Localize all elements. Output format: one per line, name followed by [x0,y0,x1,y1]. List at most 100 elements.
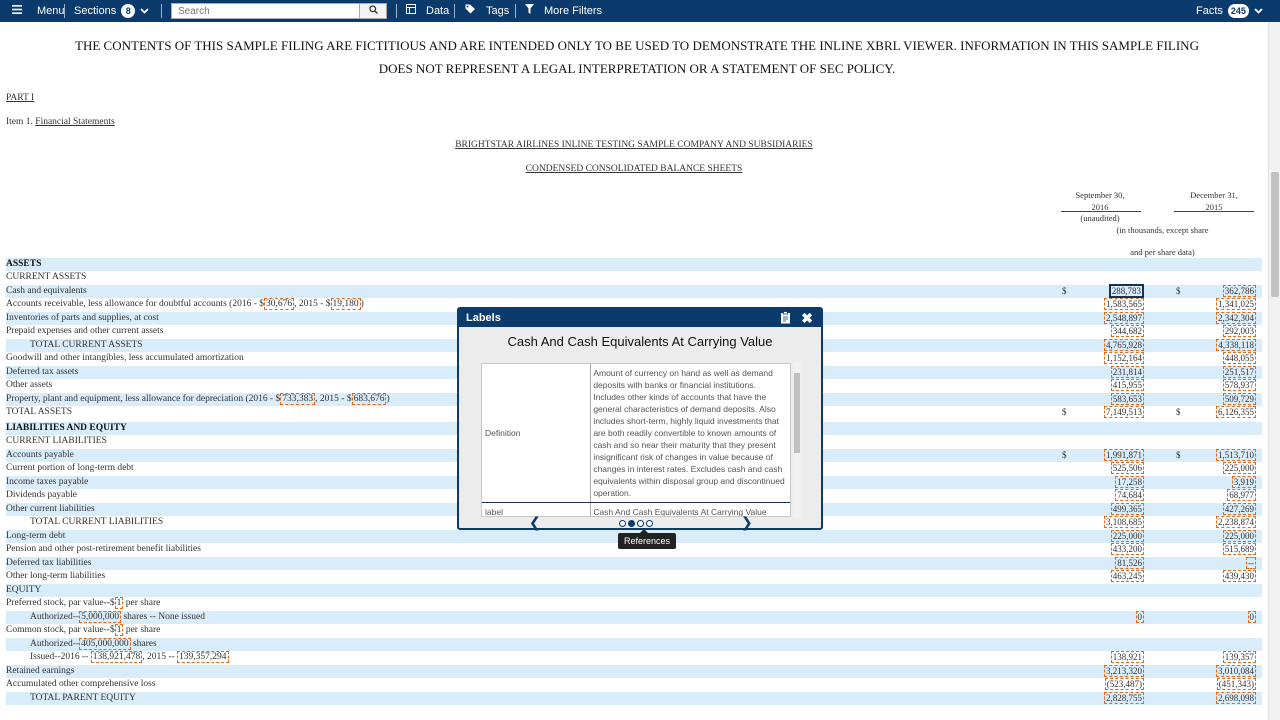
row-label: Accounts receivable, less allowance for … [6,298,364,311]
fact-value[interactable]: 344,682 [1110,325,1144,337]
close-icon[interactable]: ✖ [801,309,813,327]
fact-value[interactable]: 3,919 [1231,476,1256,488]
fact-value[interactable]: 427,269 [1222,503,1256,515]
popup-scrollbar[interactable] [793,363,801,517]
fact-value[interactable]: 439,430 [1222,570,1256,582]
fact-value[interactable]: 2,238,874 [1216,516,1256,528]
fact-value[interactable]: 2,698,098 [1216,692,1256,704]
fact-value[interactable]: 509,729 [1222,393,1256,405]
financial-statements-link[interactable]: Financial Statements [35,117,114,127]
chevron-left-icon[interactable]: ❮ [529,515,541,531]
inline-fact[interactable]: 733,383 [280,393,316,405]
fact-value[interactable]: 515,689 [1222,543,1256,555]
page-scrollbar[interactable] [1268,22,1280,720]
sections-button[interactable]: Sections 8 [74,0,149,22]
facts-label: Facts [1196,5,1223,17]
fact-value[interactable]: 139,357 [1222,651,1256,663]
table-row: Deferred tax liabilities 81,526 -- [6,557,1262,570]
fact-value[interactable]: 4,765,928 [1104,339,1144,351]
row-label: Retained earnings [6,665,74,678]
fact-value[interactable]: 433,200 [1110,543,1144,555]
menu-button[interactable]: Menu [12,0,65,22]
more-filters-button[interactable]: More Filters [525,0,602,22]
scrollbar-thumb[interactable] [1271,172,1279,297]
facts-button[interactable]: Facts 245 [1196,0,1263,22]
inline-fact[interactable]: 19,180 [330,298,361,310]
fact-value[interactable]: 4,338,118 [1216,339,1256,351]
fact-value[interactable]: 17,258 [1115,476,1144,488]
fact-value[interactable]: 225,000 [1222,462,1256,474]
fact-value[interactable]: 251,517 [1222,366,1256,378]
data-button[interactable]: Data [406,0,449,22]
fact-value[interactable]: 2,548,897 [1104,312,1144,324]
search-input[interactable] [171,3,359,19]
fact-value[interactable]: 6,126,355 [1216,406,1256,418]
row-label: Pension and other post-retirement benefi… [6,543,201,556]
value-2015: 6,126,355 [1216,406,1256,419]
fact-value[interactable]: 0 [1247,611,1256,623]
inline-fact[interactable]: 405,000,000 [79,638,131,650]
value-2016: 4,765,928 [1104,339,1144,352]
clipboard-icon[interactable] [780,311,791,330]
label-text: Goodwill and other intangibles, less acc… [6,353,244,363]
fact-value[interactable]: (451,343) [1216,678,1256,690]
fact-value[interactable]: 1,152,164 [1104,352,1144,364]
inline-fact[interactable]: 30,676 [264,298,295,310]
part-link[interactable]: PART I [6,93,34,103]
fact-value[interactable]: 288,783 [1108,284,1144,298]
row-label: TOTAL PARENT EQUITY [6,692,136,705]
value-2016: 288,783 [1108,284,1144,298]
fact-value[interactable]: 0 [1135,611,1144,623]
fact-value[interactable]: 3,108,685 [1104,516,1144,528]
fact-value[interactable]: 74,684 [1115,489,1144,501]
chevron-right-icon[interactable]: ❯ [741,515,753,531]
fact-value[interactable]: 2,342,304 [1216,312,1256,324]
fact-value[interactable]: 7,149,513 [1104,406,1144,418]
popup-header-title: Labels [466,312,501,324]
fact-value[interactable]: 138,921 [1110,651,1144,663]
inline-fact[interactable]: 139,357,294 [177,651,229,663]
fact-value[interactable]: 292,003 [1222,325,1256,337]
fact-value[interactable]: 1,583,565 [1104,298,1144,310]
fact-value[interactable]: 1,341,025 [1216,298,1256,310]
fact-value[interactable]: 231,814 [1110,366,1144,378]
fact-value[interactable]: 463,245 [1110,570,1144,582]
search-button[interactable] [359,3,387,19]
inline-fact[interactable]: 5,000,000 [79,611,122,623]
fact-value[interactable]: 583,653 [1110,393,1144,405]
value-2015: 251,517 [1222,366,1256,379]
fact-value[interactable]: 1,991,871 [1104,449,1144,461]
value-2015: 427,269 [1222,503,1256,516]
row-label: Inventories of parts and supplies, at co… [6,312,159,325]
inline-fact[interactable]: 138,921,478 [90,651,143,663]
fact-value[interactable]: -- [1246,557,1256,569]
fact-value[interactable]: 2,828,755 [1104,692,1144,704]
tags-button[interactable]: Tags [465,0,509,22]
popup-scrollbar-thumb[interactable] [794,373,800,453]
units-note-line-1: (in thousands, except share [1116,225,1209,235]
column-underline [1174,211,1254,212]
fact-value[interactable]: 225,000 [1222,530,1256,542]
value-2016: 525,506 [1110,462,1144,475]
fact-value[interactable]: 415,955 [1110,379,1144,391]
fact-value[interactable]: (523,487) [1104,678,1144,690]
fact-value[interactable]: 578,937 [1222,379,1256,391]
carousel-dot-active[interactable] [628,520,635,527]
inline-fact[interactable]: 683,676 [351,393,387,405]
carousel-dot[interactable] [637,520,644,527]
label-text: Accumulated other comprehensive loss [6,679,156,689]
carousel-dot[interactable] [619,520,626,527]
fact-value[interactable]: 525,506 [1110,462,1144,474]
carousel-dot[interactable] [646,520,653,527]
value-2016: 433,200 [1110,543,1144,556]
fact-value[interactable]: 3,010,084 [1216,665,1256,677]
fact-value[interactable]: 448,055 [1222,352,1256,364]
fact-value[interactable]: 81,526 [1115,557,1144,569]
fact-value[interactable]: 3,213,320 [1104,665,1144,677]
fact-value[interactable]: 499,365 [1110,503,1144,515]
fact-value[interactable]: 68,977 [1227,489,1256,501]
row-label: Deferred tax liabilities [6,557,91,570]
fact-value[interactable]: 362,786 [1222,285,1256,297]
fact-value[interactable]: 225,000 [1110,530,1144,542]
fact-value[interactable]: 1,513,710 [1216,449,1256,461]
